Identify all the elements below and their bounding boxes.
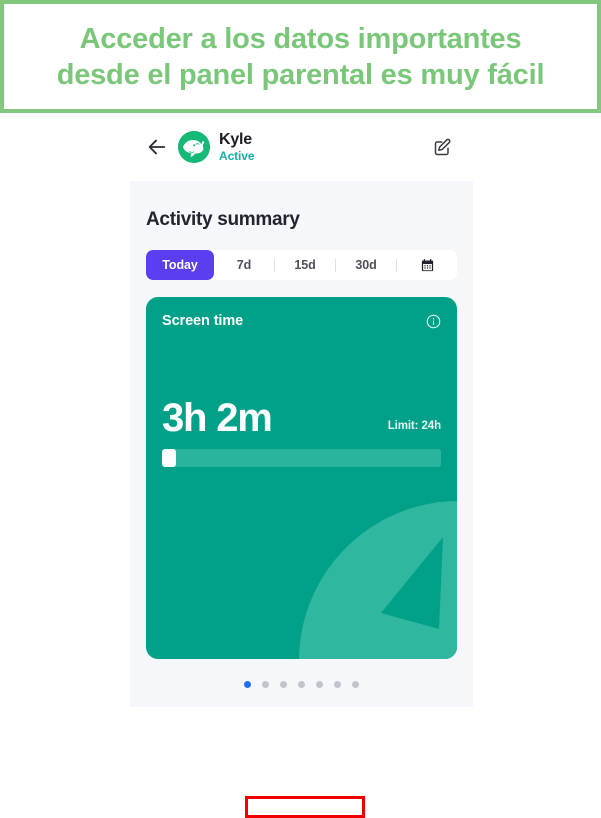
clock-icon <box>299 501 457 659</box>
screen-time-card-header: Screen time <box>146 297 457 329</box>
app-body: Activity summary Today 7d 15d 30d Screen… <box>130 181 473 699</box>
screen-time-title: Screen time <box>162 313 244 329</box>
phone-screenshot-area: Kyle Active Activity summary Today 7d 15… <box>0 113 601 818</box>
app-header: Kyle Active <box>130 113 473 181</box>
profile-info: Kyle Active <box>219 131 255 163</box>
pagination-dot[interactable] <box>298 680 305 688</box>
tab-15d[interactable]: 15d <box>275 250 335 280</box>
edit-square-icon[interactable] <box>433 137 453 157</box>
screen-time-progress-bar <box>162 449 441 467</box>
pagination-dot[interactable] <box>262 680 269 688</box>
pagination-dot[interactable] <box>352 680 359 688</box>
whale-avatar[interactable] <box>178 131 210 163</box>
pagination-dot[interactable] <box>244 680 251 688</box>
promo-banner: Acceder a los datos importantes desde el… <box>0 0 601 113</box>
pagination-dots[interactable] <box>146 669 457 699</box>
page-title: Activity summary <box>146 209 300 230</box>
screen-time-value: 3h 2m <box>162 396 273 440</box>
profile-name: Kyle <box>219 131 252 148</box>
arrow-left-icon[interactable] <box>146 136 168 158</box>
tab-30d[interactable]: 30d <box>336 250 396 280</box>
info-circle-icon[interactable] <box>426 314 441 329</box>
profile-status-badge: Active <box>219 149 255 163</box>
screen-time-progress-fill <box>162 449 176 467</box>
annotation-highlight-box <box>245 796 365 818</box>
screen-time-limit: Limit: 24h <box>387 420 441 432</box>
promo-banner-line-1: Acceder a los datos importantes <box>79 22 522 55</box>
phone-screen: Kyle Active Activity summary Today 7d 15… <box>130 113 473 707</box>
pagination-dot[interactable] <box>334 680 341 688</box>
screen-time-metric: 3h 2m Limit: 24h <box>146 397 457 439</box>
pagination-dot[interactable] <box>280 680 287 688</box>
promo-banner-inner: Acceder a los datos importantes desde el… <box>4 4 597 109</box>
calendar-icon[interactable] <box>397 250 457 280</box>
range-tab-bar: Today 7d 15d 30d <box>146 250 457 280</box>
tab-today[interactable]: Today <box>146 250 214 280</box>
screen-time-card[interactable]: Screen time 3h 2m Limit: 24h <box>146 297 457 659</box>
tab-7d[interactable]: 7d <box>214 250 274 280</box>
promo-banner-line-2: desde el panel parental es muy fácil <box>56 58 545 91</box>
pagination-dot[interactable] <box>316 680 323 688</box>
